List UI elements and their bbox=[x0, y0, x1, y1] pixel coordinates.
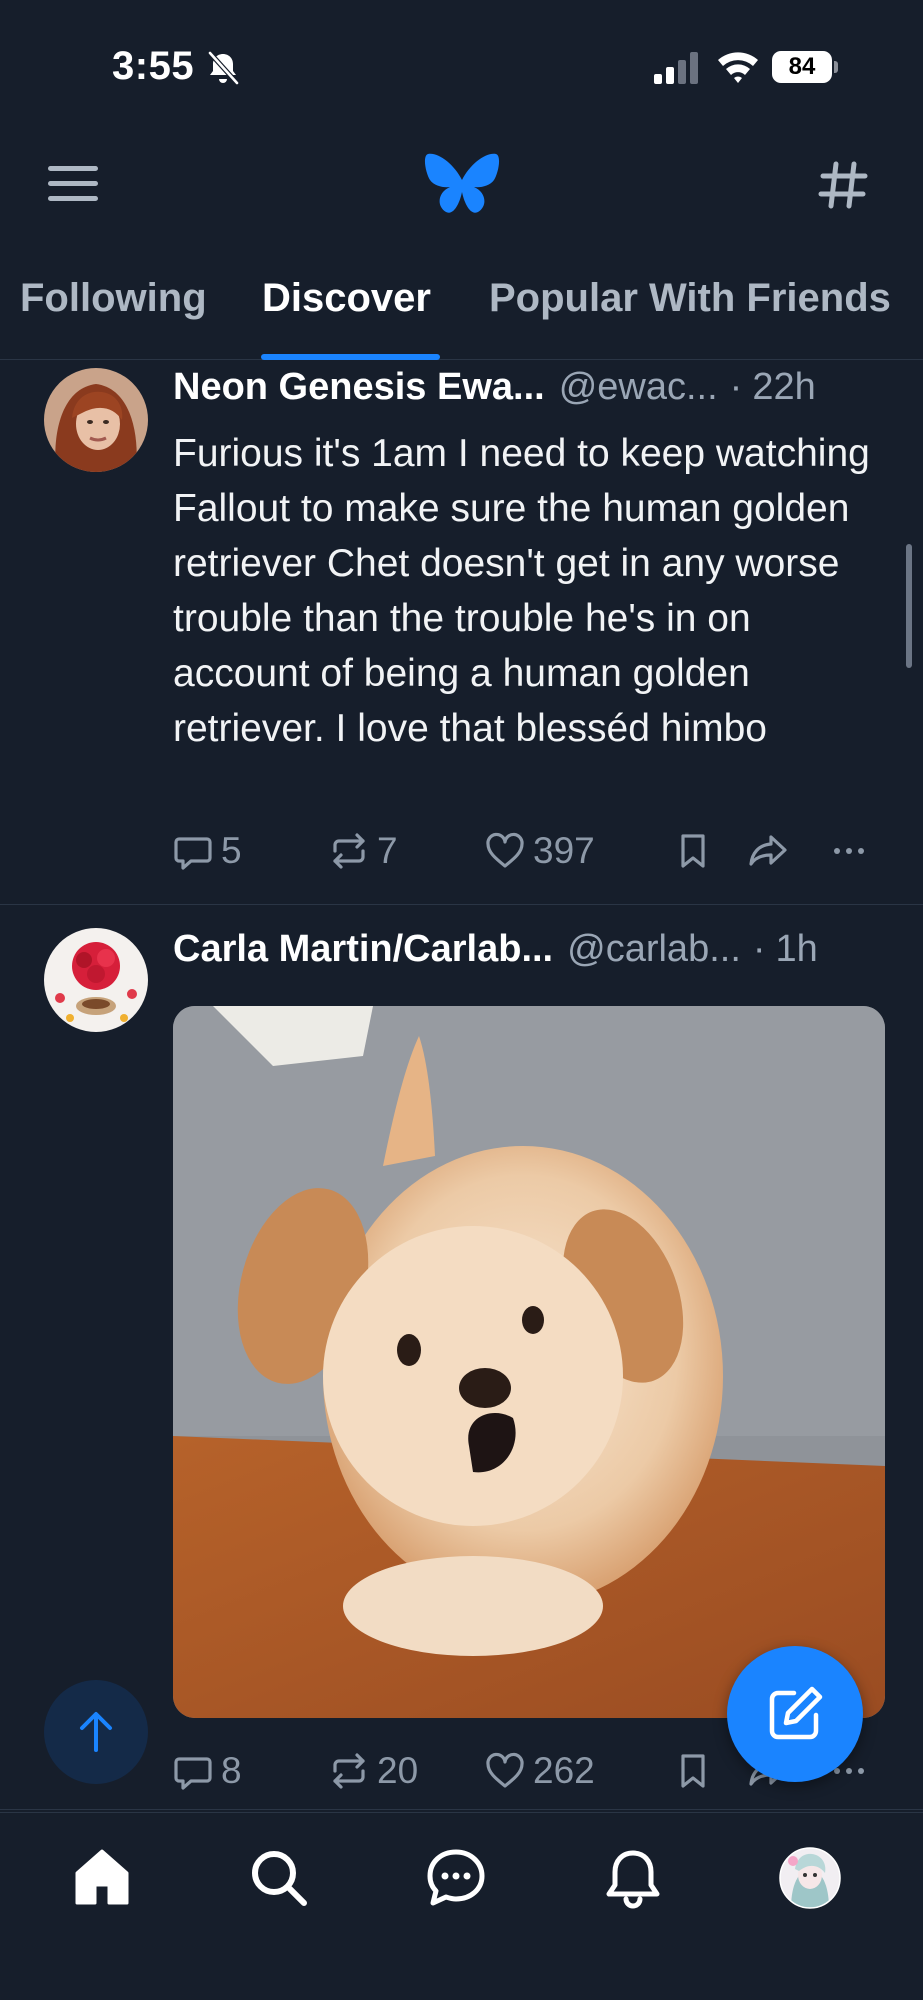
status-bar: 3:55 84 bbox=[0, 0, 923, 130]
reply-button[interactable]: 5 bbox=[173, 826, 242, 876]
tab-following[interactable]: Following bbox=[20, 276, 207, 321]
bookmark-icon bbox=[681, 834, 705, 868]
home-icon bbox=[75, 1849, 129, 1905]
tab-popular-with-friends[interactable]: Popular With Friends bbox=[489, 276, 891, 321]
like-count: 262 bbox=[533, 1750, 595, 1791]
separator: · bbox=[729, 366, 743, 408]
ellipsis-icon bbox=[834, 848, 864, 854]
like-count: 397 bbox=[533, 830, 595, 871]
heart-icon bbox=[486, 832, 524, 868]
nav-notifications[interactable] bbox=[598, 1843, 668, 1913]
post-actions: 5 7 397 bbox=[173, 826, 893, 876]
scroll-to-top-button[interactable] bbox=[44, 1680, 148, 1784]
bookmark-button[interactable] bbox=[673, 1746, 713, 1796]
chat-icon bbox=[427, 1849, 485, 1906]
reply-count: 8 bbox=[221, 1750, 242, 1791]
separator: · bbox=[752, 928, 766, 970]
repost-count: 7 bbox=[377, 830, 398, 871]
active-tab-indicator bbox=[261, 354, 440, 360]
display-name[interactable]: Carla Martin/Carlab... bbox=[173, 928, 553, 971]
post-timestamp[interactable]: 1h bbox=[776, 928, 818, 971]
more-options-button[interactable] bbox=[829, 826, 869, 876]
post-timestamp[interactable]: 22h bbox=[752, 366, 815, 409]
feed-tabs: Following Discover Popular With Friends bbox=[0, 270, 923, 360]
share-icon bbox=[749, 835, 787, 866]
nav-home[interactable] bbox=[67, 1843, 137, 1913]
battery-indicator: 84 bbox=[772, 51, 838, 83]
nav-profile[interactable] bbox=[775, 1843, 845, 1913]
post-text: Furious it's 1am I need to keep watching… bbox=[173, 432, 870, 750]
repost-icon bbox=[333, 1753, 365, 1789]
user-handle[interactable]: @ewac... bbox=[559, 366, 718, 409]
repost-count: 20 bbox=[377, 1750, 419, 1791]
reply-count: 5 bbox=[221, 830, 242, 871]
post-header: Carla Martin/Carlab... @carlab... · 1h bbox=[173, 928, 887, 971]
battery-tip bbox=[834, 61, 838, 73]
reply-icon bbox=[174, 1757, 212, 1790]
profile-avatar bbox=[779, 1847, 841, 1909]
nav-chat[interactable] bbox=[421, 1843, 491, 1913]
avatar[interactable] bbox=[44, 368, 148, 472]
battery-level: 84 bbox=[772, 51, 832, 83]
post-header: Neon Genesis Ewa... @ewac... · 22h bbox=[173, 366, 887, 409]
bell-icon bbox=[606, 1850, 660, 1909]
bookmark-icon bbox=[681, 1754, 705, 1788]
compose-post-button[interactable] bbox=[727, 1646, 863, 1782]
status-time: 3:55 bbox=[112, 44, 195, 88]
search-icon bbox=[252, 1851, 307, 1906]
like-button[interactable]: 262 bbox=[485, 1746, 595, 1796]
compose-icon bbox=[769, 1686, 823, 1740]
heart-icon bbox=[486, 1752, 524, 1788]
repost-button[interactable]: 7 bbox=[329, 826, 398, 876]
arrow-up-icon bbox=[80, 1712, 112, 1752]
display-name[interactable]: Neon Genesis Ewa... bbox=[173, 366, 545, 409]
reply-icon bbox=[174, 837, 212, 870]
tab-discover[interactable]: Discover bbox=[262, 276, 431, 321]
repost-icon bbox=[333, 833, 365, 869]
nav-search[interactable] bbox=[244, 1843, 314, 1913]
repost-button[interactable]: 20 bbox=[329, 1746, 418, 1796]
like-button[interactable]: 397 bbox=[485, 826, 595, 876]
wifi-icon bbox=[718, 52, 758, 83]
butterfly-logo-icon[interactable] bbox=[424, 150, 500, 218]
user-handle[interactable]: @carlab... bbox=[567, 928, 741, 971]
post[interactable]: Neon Genesis Ewa... @ewac... · 22h Furio… bbox=[0, 362, 923, 905]
hash-icon[interactable] bbox=[818, 160, 868, 210]
bookmark-button[interactable] bbox=[673, 826, 713, 876]
bottom-navigation bbox=[0, 1812, 923, 2000]
hamburger-menu-icon[interactable] bbox=[46, 162, 100, 206]
scrollbar[interactable] bbox=[906, 544, 912, 668]
cellular-signal-icon bbox=[654, 52, 698, 84]
share-button[interactable] bbox=[749, 826, 789, 876]
post-media-gif[interactable] bbox=[173, 1006, 885, 1718]
reply-button[interactable]: 8 bbox=[173, 1746, 242, 1796]
bell-off-icon bbox=[208, 51, 239, 85]
avatar[interactable] bbox=[44, 928, 148, 1032]
